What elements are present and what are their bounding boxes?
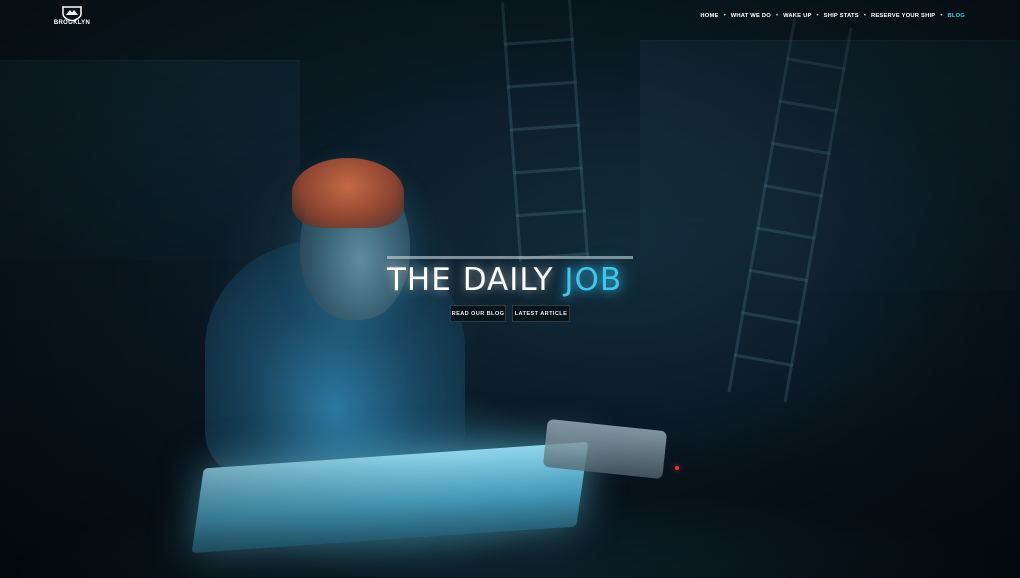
read-our-blog-button[interactable]: READ OUR BLOG xyxy=(450,305,506,322)
brand-logo[interactable]: BROOKLYN xyxy=(53,5,91,31)
nav-separator: • xyxy=(863,13,866,19)
nav-separator: • xyxy=(775,13,779,19)
latest-article-button[interactable]: LATEST ARTICLE xyxy=(512,305,570,322)
nav-item-ship-stats[interactable]: SHIP STATS xyxy=(824,13,859,19)
hero-title-accent: JOB xyxy=(564,262,623,298)
nav-item-home[interactable]: HOME xyxy=(700,13,718,19)
brand-name: BROOKLYN xyxy=(53,20,91,26)
nav-item-reserve-your-ship[interactable]: RESERVE YOUR SHIP xyxy=(871,13,935,19)
nav-item-wake-up[interactable]: WAKE UP xyxy=(783,13,811,19)
nav-separator: • xyxy=(940,13,943,19)
hero-title: THE DAILY JOB xyxy=(387,262,633,298)
main-navigation: HOME • WHAT WE DO • WAKE UP • SHIP STATS… xyxy=(700,13,965,19)
hero-section: BROOKLYN HOME • WHAT WE DO • WAKE UP • S… xyxy=(0,0,1020,578)
nav-separator: • xyxy=(723,13,726,19)
nav-item-blog[interactable]: BLOG xyxy=(947,13,965,19)
title-decorative-bar xyxy=(387,256,633,259)
nav-item-what-we-do[interactable]: WHAT WE DO xyxy=(731,13,771,19)
nav-separator: • xyxy=(816,13,819,19)
shield-mountain-icon xyxy=(62,6,82,21)
hero-title-main: THE DAILY xyxy=(387,262,565,298)
